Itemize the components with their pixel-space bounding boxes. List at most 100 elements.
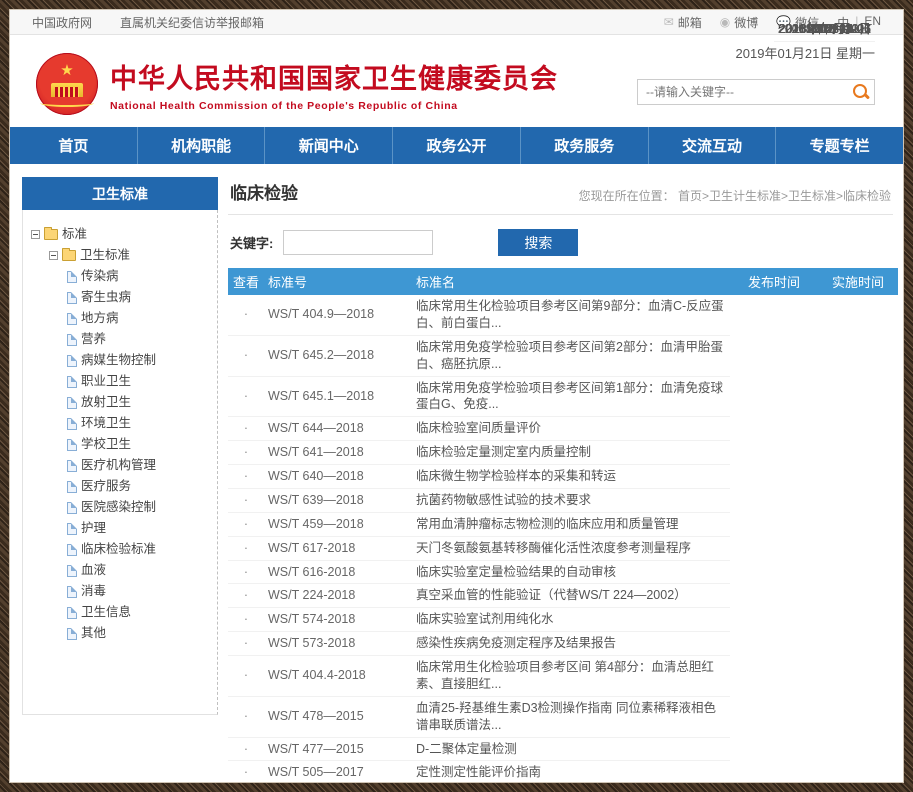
tree-leaf-item[interactable]: 学校卫生	[31, 434, 211, 455]
standard-number: WS/T 645.2—2018	[264, 335, 412, 376]
mail-label: 邮箱	[678, 14, 702, 31]
weibo-tool[interactable]: ◉ 微博	[720, 14, 759, 31]
page-title: 临床检验	[230, 179, 298, 204]
table-row: · WS/T 645.2—2018 临床常用免疫学检验项目参考区间第2部分：血清…	[228, 335, 898, 376]
sidebar-title: 卫生标准	[22, 177, 218, 210]
tree-leaf-item[interactable]: 医疗机构管理	[31, 455, 211, 476]
tree-leaf-item[interactable]: 临床检验标准	[31, 539, 211, 560]
tree-leaf-item[interactable]: 地方病	[31, 308, 211, 329]
keyword-input[interactable]	[283, 230, 433, 255]
tree-node-health-standards[interactable]: 卫生标准	[31, 245, 211, 266]
document-icon	[67, 292, 77, 304]
search-button[interactable]: 搜索	[498, 229, 578, 256]
tree-leaf-label: 寄生虫病	[81, 287, 131, 308]
collapse-icon[interactable]	[31, 230, 40, 239]
nav-item[interactable]: 机构职能	[138, 127, 266, 164]
tree-leaf-item[interactable]: 放射卫生	[31, 392, 211, 413]
standard-name-link[interactable]: 临床常用生化检验项目参考区间第9部分：血清C-反应蛋白、前白蛋白...	[412, 295, 730, 335]
nav-item[interactable]: 政务公开	[393, 127, 521, 164]
standard-number: WS/T 640—2018	[264, 465, 412, 489]
tree-leaf-item[interactable]: 血液	[31, 560, 211, 581]
tree-leaf-item[interactable]: 职业卫生	[31, 371, 211, 392]
tree-node-root[interactable]: 标准	[31, 224, 211, 245]
table-row: · WS/T 574-2018 临床实验室试剂用纯化水 2018-04-27 2…	[228, 608, 898, 632]
document-icon	[67, 628, 77, 640]
row-bullet: ·	[228, 536, 264, 560]
document-icon	[67, 355, 77, 367]
standard-name-link[interactable]: 临床实验室试剂用纯化水	[412, 608, 730, 632]
document-icon	[67, 397, 77, 409]
standard-name-link[interactable]: 血清25-羟基维生素D3检测操作指南 同位素稀释液相色谱串联质谱法...	[412, 696, 730, 737]
weibo-label: 微博	[734, 14, 758, 31]
standard-name-link[interactable]: 临床常用免疫学检验项目参考区间第2部分：血清甲胎蛋白、癌胚抗原...	[412, 335, 730, 376]
col-implement-date: 实施时间	[818, 268, 898, 295]
document-icon	[67, 586, 77, 598]
table-row: · WS/T 478—2015 血清25-羟基维生素D3检测操作指南 同位素稀释…	[228, 696, 898, 737]
tree-leaf-item[interactable]: 消毒	[31, 581, 211, 602]
tree-leaf-item[interactable]: 环境卫生	[31, 413, 211, 434]
tree-leaf-item[interactable]: 寄生虫病	[31, 287, 211, 308]
tree-leaf-item[interactable]: 医院感染控制	[31, 497, 211, 518]
standard-name-link[interactable]: 临床检验定量测定室内质量控制	[412, 441, 730, 465]
emblem-stars: ★	[36, 61, 98, 79]
link-china-gov[interactable]: 中国政府网	[32, 14, 92, 31]
col-standard-name: 标准名	[412, 268, 730, 295]
standard-name-link[interactable]: 临床检验室间质量评价	[412, 417, 730, 441]
standard-number: WS/T 224-2018	[264, 584, 412, 608]
standard-name-link[interactable]: 感染性疾病免疫测定程序及结果报告	[412, 632, 730, 656]
table-row: · WS/T 404.9—2018 临床常用生化检验项目参考区间第9部分：血清C…	[228, 295, 898, 335]
tree-leaf-item[interactable]: 传染病	[31, 266, 211, 287]
current-date: 2019年01月21日 星期一	[736, 43, 875, 62]
tree-leaf-item[interactable]: 营养	[31, 329, 211, 350]
standard-name-link[interactable]: 真空采血管的性能验证（代替WS/T 224—2002）	[412, 584, 730, 608]
standard-name-link[interactable]: 临床微生物学检验样本的采集和转运	[412, 465, 730, 489]
nav-item[interactable]: 首页	[10, 127, 138, 164]
search-magnifier-icon[interactable]	[848, 79, 874, 105]
main-navigation: 首页机构职能新闻中心政务公开政务服务交流互动专题专栏	[10, 127, 903, 164]
col-standard-no: 标准号	[264, 268, 412, 295]
nav-item[interactable]: 专题专栏	[776, 127, 903, 164]
row-bullet: ·	[228, 608, 264, 632]
document-icon	[67, 334, 77, 346]
header-search-input[interactable]	[638, 85, 848, 99]
standard-name-link[interactable]: 临床常用免疫学检验项目参考区间第1部分：血清免疫球蛋白G、免疫...	[412, 376, 730, 417]
nav-item[interactable]: 交流互动	[649, 127, 777, 164]
standard-name-link[interactable]: 抗菌药物敏感性试验的技术要求	[412, 488, 730, 512]
row-bullet: ·	[228, 376, 264, 417]
document-icon	[67, 376, 77, 388]
site-header: 2019年01月21日 星期一 ★ 中华人民共和国国家卫生健康委员会 Natio…	[10, 35, 903, 127]
topbar-links: 中国政府网 直属机关纪委信访举报邮箱	[32, 14, 264, 31]
tree-leaf-item[interactable]: 病媒生物控制	[31, 350, 211, 371]
standard-name-link[interactable]: 常用血清肿瘤标志物检测的临床应用和质量管理	[412, 512, 730, 536]
tree-leaf-item[interactable]: 护理	[31, 518, 211, 539]
standard-number: WS/T 645.1—2018	[264, 376, 412, 417]
breadcrumb-label: 您现在所在位置：	[579, 189, 675, 203]
tree-leaf-label: 地方病	[81, 308, 119, 329]
folder-icon	[44, 229, 58, 240]
tree-leaf-item[interactable]: 卫生信息	[31, 602, 211, 623]
standard-name-link[interactable]: 天门冬氨酸氨基转移酶催化活性浓度参考测量程序	[412, 536, 730, 560]
nav-item[interactable]: 政务服务	[521, 127, 649, 164]
mail-tool[interactable]: ✉ 邮箱	[664, 14, 702, 31]
tree-leaf-label: 病媒生物控制	[81, 350, 156, 371]
table-row: · WS/T 640—2018 临床微生物学检验样本的采集和转运 2018年12…	[228, 465, 898, 489]
tree-leaf-item[interactable]: 医疗服务	[31, 476, 211, 497]
header-search-box	[637, 79, 875, 105]
row-bullet: ·	[228, 295, 264, 335]
emblem-gate	[51, 83, 83, 97]
tree-leaf-item[interactable]: 其他	[31, 623, 211, 644]
document-icon	[67, 565, 77, 577]
standard-number: WS/T 477—2015	[264, 737, 412, 761]
standard-number: WS/T 404.9—2018	[264, 295, 412, 335]
nav-item[interactable]: 新闻中心	[265, 127, 393, 164]
standard-name-link[interactable]: 临床常用生化检验项目参考区间 第4部分：血清总胆红素、直接胆红...	[412, 656, 730, 697]
row-bullet: ·	[228, 335, 264, 376]
standard-name-link[interactable]: 临床实验室定量检验结果的自动审核	[412, 560, 730, 584]
breadcrumb-path[interactable]: 首页>卫生计生标准>卫生标准>临床检验	[678, 189, 891, 203]
top-utility-bar: 中国政府网 直属机关纪委信访举报邮箱 ✉ 邮箱 ◉ 微博 💬 微信 中 | EN	[10, 10, 903, 35]
site-brand[interactable]: ★ 中华人民共和国国家卫生健康委员会 National Health Commi…	[36, 53, 558, 115]
standard-name-link[interactable]: 定性测定性能评价指南	[412, 761, 730, 783]
collapse-icon[interactable]	[49, 251, 58, 260]
link-report-mailbox[interactable]: 直属机关纪委信访举报邮箱	[120, 14, 264, 31]
standard-name-link[interactable]: D-二聚体定量检测	[412, 737, 730, 761]
